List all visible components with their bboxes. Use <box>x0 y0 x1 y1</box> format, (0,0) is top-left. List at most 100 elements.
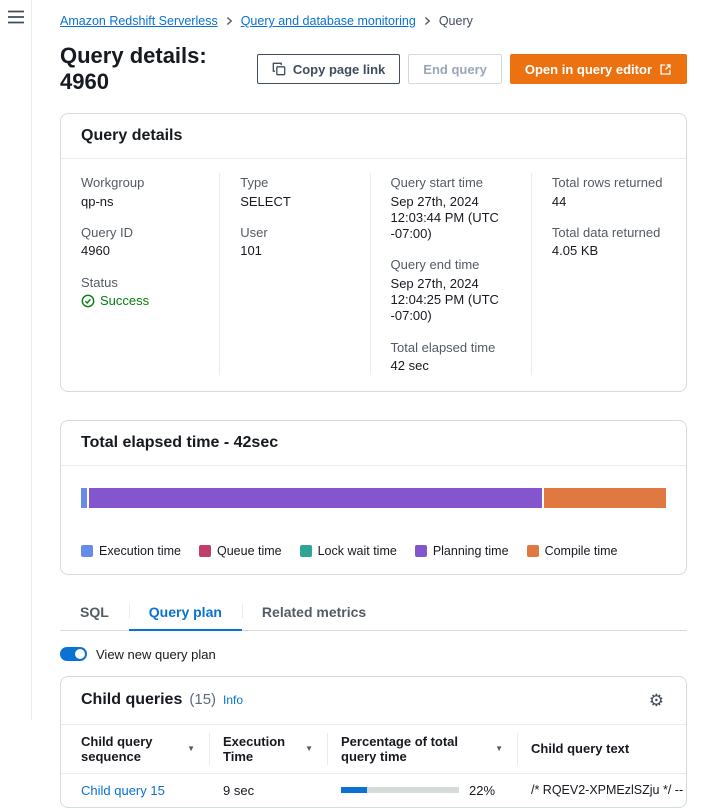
copy-page-link-label: Copy page link <box>293 62 385 77</box>
field-total-data-returned: Total data returned 4.05 KB <box>552 225 668 260</box>
query-details-column: Type SELECT User 101 <box>219 173 369 375</box>
field-total-rows-returned: Total rows returned 44 <box>552 175 668 210</box>
bar-segment-planning-time <box>89 488 542 508</box>
sort-icon: ▼ <box>187 744 195 753</box>
sort-icon: ▼ <box>305 744 313 753</box>
legend-swatch <box>415 545 427 557</box>
percent-progress-fill <box>341 787 367 793</box>
chart-legend: Execution time Queue time Lock wait time… <box>81 544 666 558</box>
legend-label: Planning time <box>433 544 509 558</box>
child-query-link[interactable]: Child query 15 <box>81 783 165 798</box>
elapsed-time-stacked-bar <box>81 488 666 508</box>
toggle-row: View new query plan <box>60 647 687 662</box>
chevron-right-icon <box>226 16 233 26</box>
percent-progress-bar <box>341 787 459 793</box>
table-header-row: Child query sequence ▼ Execution Time ▼ … <box>61 725 686 773</box>
field-value: 4960 <box>81 243 201 259</box>
query-details-grid: Workgroup qp-ns Query ID 4960 Status Suc… <box>61 159 686 391</box>
column-header-label: Child query text <box>531 741 629 756</box>
legend-label: Queue time <box>217 544 282 558</box>
tab-related-metrics[interactable]: Related metrics <box>242 595 386 631</box>
elapsed-time-card: Total elapsed time - 42sec Execution tim… <box>60 420 687 575</box>
legend-item-planning-time[interactable]: Planning time <box>415 544 509 558</box>
legend-swatch <box>81 545 93 557</box>
open-in-query-editor-button[interactable]: Open in query editor <box>510 54 687 84</box>
query-details-card: Query details Workgroup qp-ns Query ID 4… <box>60 113 687 392</box>
end-query-label: End query <box>423 62 487 77</box>
child-queries-title-group: Child queries (15) Info <box>81 691 243 709</box>
breadcrumb: Amazon Redshift Serverless Query and dat… <box>60 14 687 28</box>
elapsed-time-title: Total elapsed time - 42sec <box>81 434 278 452</box>
menu-button[interactable] <box>0 0 32 37</box>
query-details-column: Query start time Sep 27th, 2024 12:03:44… <box>370 173 531 375</box>
field-value: 44 <box>552 194 668 210</box>
column-header-child-query-text[interactable]: Child query text <box>517 725 686 773</box>
field-value: 4.05 KB <box>552 243 668 259</box>
tab-bar: SQL Query plan Related metrics <box>60 595 687 631</box>
column-header-percentage[interactable]: Percentage of total query time ▼ <box>327 725 517 773</box>
copy-icon <box>272 62 286 76</box>
field-label: Workgroup <box>81 175 201 191</box>
copy-page-link-button[interactable]: Copy page link <box>257 54 400 84</box>
chevron-right-icon <box>424 16 431 26</box>
toggle-knob <box>75 649 85 659</box>
field-label: Total rows returned <box>552 175 668 191</box>
page-title: Query details: 4960 <box>60 43 257 95</box>
field-query-id: Query ID 4960 <box>81 225 201 260</box>
tab-query-plan[interactable]: Query plan <box>129 595 242 631</box>
table-settings-button[interactable]: ⚙ <box>647 690 666 711</box>
legend-label: Lock wait time <box>318 544 397 558</box>
field-label: Query ID <box>81 225 201 241</box>
query-details-title: Query details <box>81 127 182 145</box>
column-header-label: Child query sequence <box>81 734 181 764</box>
tab-sql[interactable]: SQL <box>60 595 129 631</box>
breadcrumb-link-redshift-serverless[interactable]: Amazon Redshift Serverless <box>60 14 218 28</box>
page-header: Query details: 4960 Copy page link End q… <box>60 43 687 95</box>
header-actions: Copy page link End query Open in query e… <box>257 54 687 84</box>
field-workgroup: Workgroup qp-ns <box>81 175 201 210</box>
field-value: qp-ns <box>81 194 201 210</box>
toggle-label: View new query plan <box>96 647 216 662</box>
child-queries-title: Child queries <box>81 691 182 709</box>
column-header-label: Execution Time <box>223 734 299 764</box>
breadcrumb-link-query-monitoring[interactable]: Query and database monitoring <box>241 14 416 28</box>
column-header-label: Percentage of total query time <box>341 734 489 764</box>
field-value: 101 <box>240 243 351 259</box>
legend-item-compile-time[interactable]: Compile time <box>527 544 618 558</box>
external-link-icon <box>659 63 672 76</box>
column-header-child-query-sequence[interactable]: Child query sequence ▼ <box>61 725 209 773</box>
child-queries-count: (15) <box>189 691 216 708</box>
query-details-column: Workgroup qp-ns Query ID 4960 Status Suc… <box>61 173 219 375</box>
sort-icon: ▼ <box>495 744 503 753</box>
child-queries-card-header: Child queries (15) Info ⚙ <box>61 677 686 725</box>
field-label: Query start time <box>391 175 513 191</box>
bar-segment-compile-time <box>544 488 666 508</box>
open-in-query-editor-label: Open in query editor <box>525 62 652 77</box>
column-header-execution-time[interactable]: Execution Time ▼ <box>209 725 327 773</box>
legend-label: Execution time <box>99 544 181 558</box>
hamburger-icon <box>7 10 25 24</box>
legend-item-execution-time[interactable]: Execution time <box>81 544 181 558</box>
field-query-end-time: Query end time Sep 27th, 2024 12:04:25 P… <box>391 257 513 324</box>
gear-icon: ⚙ <box>649 691 664 710</box>
field-total-elapsed-time: Total elapsed time 42 sec <box>391 340 513 375</box>
field-label: Query end time <box>391 257 513 273</box>
legend-swatch <box>300 545 312 557</box>
field-label: Total elapsed time <box>391 340 513 356</box>
legend-item-lock-wait-time[interactable]: Lock wait time <box>300 544 397 558</box>
end-query-button[interactable]: End query <box>408 54 502 84</box>
cell-child-query-sequence: Child query 15 <box>61 774 209 807</box>
info-link[interactable]: Info <box>223 693 243 707</box>
cell-child-query-text: /* RQEV2-XPMEzlSZju */ -- start <box>517 774 686 807</box>
view-new-query-plan-toggle[interactable] <box>60 647 87 661</box>
legend-item-queue-time[interactable]: Queue time <box>199 544 282 558</box>
cell-percentage: 22% <box>327 774 517 807</box>
status-text: Success <box>100 293 149 309</box>
query-details-column: Total rows returned 44 Total data return… <box>531 173 686 375</box>
field-value: 42 sec <box>391 358 513 374</box>
cell-execution-time: 9 sec <box>209 774 327 807</box>
query-details-card-header: Query details <box>61 114 686 159</box>
field-value: Sep 27th, 2024 12:04:25 PM (UTC -07:00) <box>391 276 513 325</box>
child-queries-table: Child query sequence ▼ Execution Time ▼ … <box>61 725 686 807</box>
success-check-icon <box>81 294 95 308</box>
